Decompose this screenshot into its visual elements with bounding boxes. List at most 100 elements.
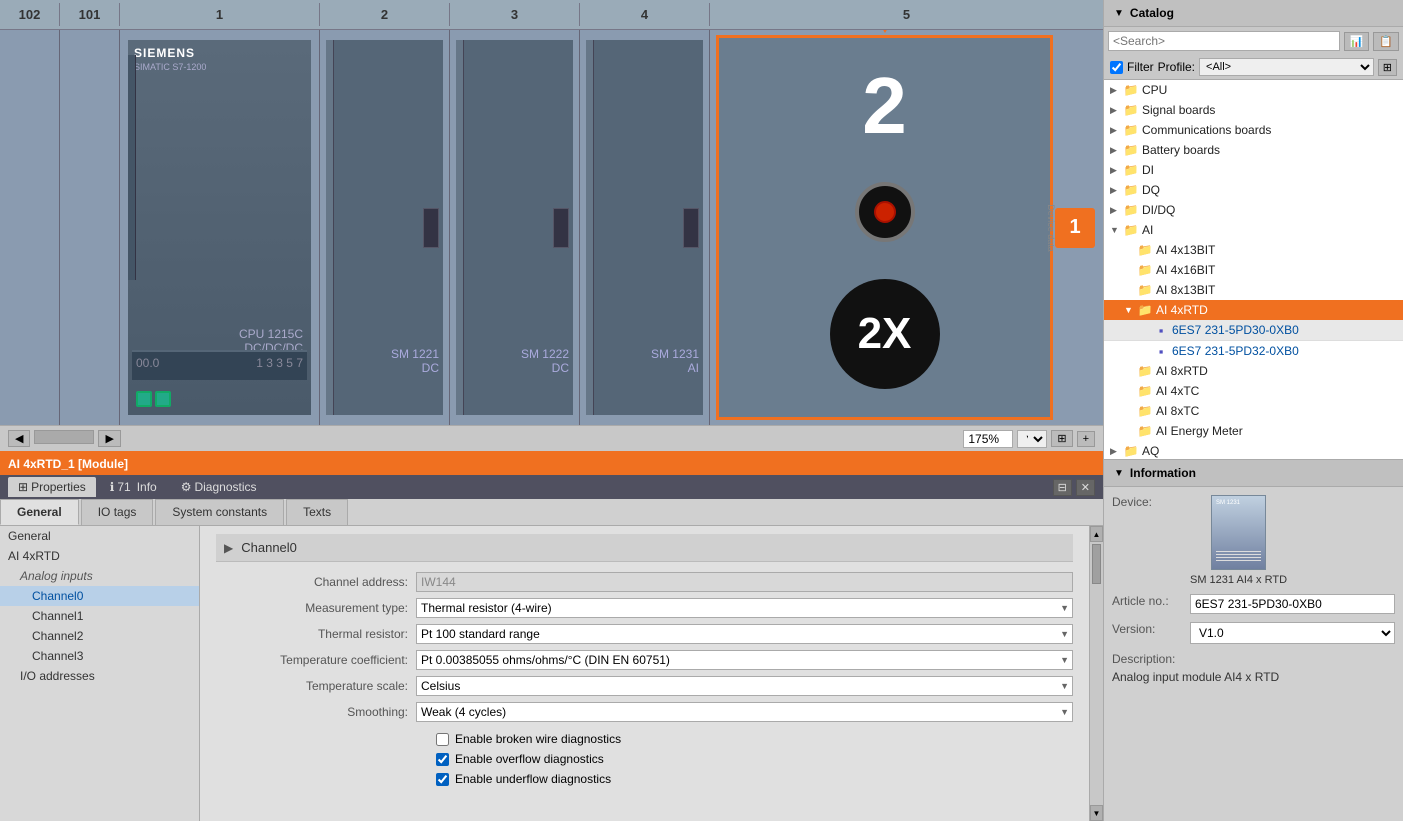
nav-item-io-addresses[interactable]: I/O addresses — [0, 666, 199, 686]
tree-item-cpu[interactable]: ▶ 📁 CPU — [1104, 80, 1403, 100]
tree-item-di[interactable]: ▶ 📁 DI — [1104, 160, 1403, 180]
catalog-profile-select[interactable]: <All> — [1199, 58, 1374, 76]
article-row: Article no.: — [1112, 594, 1395, 614]
info-icon: ℹ — [110, 480, 115, 494]
nav-item-channel1[interactable]: Channel1 — [0, 606, 199, 626]
catalog-filter-bar: Filter Profile: <All> ⊞ — [1104, 55, 1403, 80]
nav-item-channel2[interactable]: Channel2 — [0, 626, 199, 646]
catalog-header: ▼ Catalog — [1104, 0, 1403, 27]
nav-item-ai4xrtd[interactable]: AI 4xRTD — [0, 546, 199, 566]
nav-prev-btn[interactable]: ◀ — [8, 430, 30, 447]
catalog-profile-btn[interactable]: ⊞ — [1378, 59, 1397, 76]
info-tab[interactable]: ℹ 71 Info — [100, 477, 167, 497]
nav-item-channel0[interactable]: Channel0 — [0, 586, 199, 606]
tree-item-ai-4xrtd[interactable]: ▼ 📁 AI 4xRTD — [1104, 300, 1403, 320]
grid-col-5[interactable]: 2 2X 1 Device data — [710, 30, 1103, 425]
information-title: Information — [1130, 466, 1196, 480]
scroll-indicator — [34, 430, 94, 444]
broken-wire-label: Enable broken wire diagnostics — [455, 732, 621, 746]
panel-close-btn[interactable]: ✕ — [1076, 479, 1095, 496]
catalog-search-btn-2[interactable]: 📋 — [1373, 32, 1399, 51]
overflow-row: Enable overflow diagnostics — [216, 752, 1073, 766]
tree-item-ai-4xtc[interactable]: ▶ 📁 AI 4xTC — [1104, 381, 1403, 401]
catalog-title: Catalog — [1130, 6, 1174, 20]
tree-item-di-dq[interactable]: ▶ 📁 DI/DQ — [1104, 200, 1403, 220]
tree-item-aq[interactable]: ▶ 📁 AQ — [1104, 441, 1403, 460]
nav-item-general[interactable]: General — [0, 526, 199, 546]
zoom-select[interactable]: ▼ — [1017, 430, 1047, 448]
nav-item-channel3[interactable]: Channel3 — [0, 646, 199, 666]
channel-header[interactable]: ▶ Channel0 — [216, 534, 1073, 562]
article-label: Article no.: — [1112, 594, 1182, 608]
badge-1: 1 — [1055, 208, 1095, 248]
tab-texts[interactable]: Texts — [286, 499, 348, 525]
diag-icon: ⚙ — [181, 480, 192, 494]
thermal-resistor-label: Thermal resistor: — [216, 627, 416, 641]
grid-col-102 — [0, 30, 60, 425]
description-value: Analog input module AI4 x RTD — [1112, 670, 1395, 684]
underflow-checkbox[interactable] — [436, 773, 449, 786]
version-label: Version: — [1112, 622, 1182, 636]
tree-item-ai-8x13bit[interactable]: ▶ 📁 AI 8x13BIT — [1104, 280, 1403, 300]
grid-col-3: SM 1222 DC — [450, 30, 580, 425]
nav-next-btn[interactable]: ▶ — [98, 430, 120, 447]
tree-item-dq[interactable]: ▶ 📁 DQ — [1104, 180, 1403, 200]
tab-system-constants[interactable]: System constants — [155, 499, 284, 525]
grid-col-header-102: 102 — [0, 3, 60, 26]
smoothing-label: Smoothing: — [216, 705, 416, 719]
properties-tab[interactable]: ⊞ Properties — [8, 477, 96, 497]
overflow-checkbox[interactable] — [436, 753, 449, 766]
zoom-plus-btn[interactable]: + — [1077, 431, 1095, 447]
temp-scale-row: Temperature scale: Celsius — [216, 676, 1073, 696]
panel-expand-btn[interactable]: ⊟ — [1053, 479, 1072, 496]
overflow-label: Enable overflow diagnostics — [455, 752, 604, 766]
smoothing-row: Smoothing: Weak (4 cycles) — [216, 702, 1073, 722]
tab-general[interactable]: General — [0, 499, 79, 525]
catalog-filter-checkbox[interactable] — [1110, 61, 1123, 74]
version-select[interactable]: V1.0 — [1190, 622, 1395, 644]
measurement-type-select[interactable]: Thermal resistor (4-wire) — [416, 598, 1073, 618]
scroll-up-btn[interactable]: ▲ — [1090, 526, 1103, 542]
smoothing-select[interactable]: Weak (4 cycles) — [416, 702, 1073, 722]
tree-item-ai-energy-meter[interactable]: ▶ 📁 AI Energy Meter — [1104, 421, 1403, 441]
temp-coefficient-select[interactable]: Pt 0.00385055 ohms/ohms/°C (DIN EN 60751… — [416, 650, 1073, 670]
device-name: SM 1231 AI4 x RTD — [1190, 574, 1287, 586]
module-number-2: 2 — [862, 66, 907, 146]
grid-col-header-5: 5 — [710, 3, 1103, 26]
measurement-type-row: Measurement type: Thermal resistor (4-wi… — [216, 598, 1073, 618]
grid-col-4: SM 1231 AI — [580, 30, 710, 425]
catalog-search-input[interactable] — [1108, 31, 1340, 51]
tree-item-comm-boards[interactable]: ▶ 📁 Communications boards — [1104, 120, 1403, 140]
tree-item-ai-8xrtd[interactable]: ▶ 📁 AI 8xRTD — [1104, 361, 1403, 381]
tree-item-6es7-5pd30[interactable]: ▶ ▪ 6ES7 231-5PD30-0XB0 — [1104, 320, 1403, 341]
scroll-down-btn[interactable]: ▼ — [1090, 805, 1103, 821]
grid-col-header-1: 1 — [120, 3, 320, 26]
tree-item-ai-8xtc[interactable]: ▶ 📁 AI 8xTC — [1104, 401, 1403, 421]
information-header: ▼ Information — [1104, 460, 1403, 487]
tree-item-ai-4x16bit[interactable]: ▶ 📁 AI 4x16BIT — [1104, 260, 1403, 280]
channel-address-label: Channel address: — [216, 575, 416, 589]
thermal-resistor-select[interactable]: Pt 100 standard range — [416, 624, 1073, 644]
catalog-search-bar: 📊 📋 — [1104, 27, 1403, 55]
temp-scale-select[interactable]: Celsius — [416, 676, 1073, 696]
tree-item-signal-boards[interactable]: ▶ 📁 Signal boards — [1104, 100, 1403, 120]
device-image: SM 1231 — [1211, 495, 1266, 570]
zoom-bar: ◀ ▶ 175% ▼ ⊞ + — [0, 425, 1103, 451]
thermal-resistor-row: Thermal resistor: Pt 100 standard range — [216, 624, 1073, 644]
broken-wire-checkbox[interactable] — [436, 733, 449, 746]
tab-io-tags[interactable]: IO tags — [81, 499, 154, 525]
catalog-search-btn-1[interactable]: 📊 — [1344, 32, 1370, 51]
version-row: Version: V1.0 — [1112, 622, 1395, 644]
zoom-input[interactable]: 175% — [963, 430, 1013, 448]
broken-wire-row: Enable broken wire diagnostics — [216, 732, 1073, 746]
channel-address-input — [416, 572, 1073, 592]
temp-coefficient-label: Temperature coefficient: — [216, 653, 416, 667]
tree-item-ai[interactable]: ▼ 📁 AI — [1104, 220, 1403, 240]
nav-item-analog-inputs[interactable]: Analog inputs — [0, 566, 199, 586]
device-data-label: Device data — [1046, 204, 1056, 252]
tree-item-6es7-5pd32[interactable]: ▶ ▪ 6ES7 231-5PD32-0XB0 — [1104, 341, 1403, 361]
zoom-fit-btn[interactable]: ⊞ — [1051, 430, 1072, 447]
tree-item-battery-boards[interactable]: ▶ 📁 Battery boards — [1104, 140, 1403, 160]
tree-item-ai-4x13bit[interactable]: ▶ 📁 AI 4x13BIT — [1104, 240, 1403, 260]
diagnostics-tab[interactable]: ⚙ Diagnostics — [171, 477, 267, 497]
